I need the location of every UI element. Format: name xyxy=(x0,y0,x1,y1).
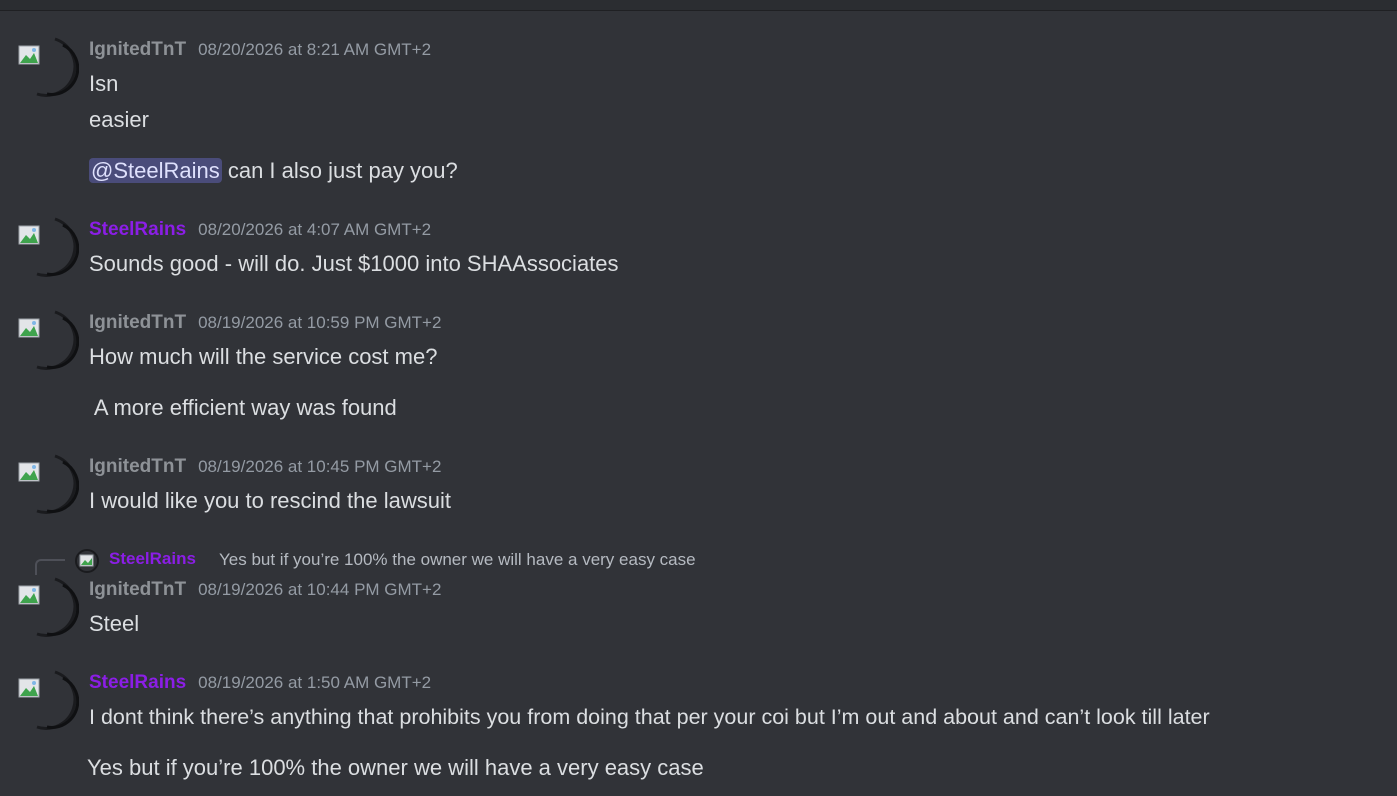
author-name[interactable]: IgnitedTnT xyxy=(89,579,186,601)
broken-image-avatar-icon[interactable] xyxy=(17,309,79,371)
message-text: I would like you to rescind the lawsuit xyxy=(89,488,451,513)
broken-image-avatar-icon[interactable] xyxy=(17,453,79,515)
message-timestamp: 08/20/2026 at 8:21 AM GMT+2 xyxy=(198,40,432,59)
broken-image-avatar-icon[interactable] xyxy=(17,669,79,731)
message-header: IgnitedTnT 08/20/2026 at 8:21 AM GMT+2 xyxy=(89,39,431,61)
message-timestamp: 08/19/2026 at 10:45 PM GMT+2 xyxy=(198,457,442,476)
chat-message-list[interactable]: IgnitedTnT 08/20/2026 at 8:21 AM GMT+2 I… xyxy=(0,0,1397,796)
reply-avatar-icon[interactable] xyxy=(75,549,99,573)
message-text: easier xyxy=(89,107,149,132)
user-mention[interactable]: @SteelRains xyxy=(89,158,222,183)
broken-image-avatar-icon[interactable] xyxy=(17,36,79,98)
message-text: How much will the service cost me? xyxy=(89,344,438,369)
message-header: SteelRains 08/20/2026 at 4:07 AM GMT+2 xyxy=(89,219,431,241)
author-name[interactable]: IgnitedTnT xyxy=(89,312,186,334)
message-text: I dont think there’s anything that prohi… xyxy=(89,705,1210,729)
message-timestamp: 08/19/2026 at 10:44 PM GMT+2 xyxy=(198,580,442,599)
message-text: Isn xyxy=(89,71,119,96)
message-header: SteelRains 08/19/2026 at 1:50 AM GMT+2 xyxy=(89,672,431,694)
message-text: A more efficient way was found xyxy=(89,395,397,420)
message-timestamp: 08/19/2026 at 1:50 AM GMT+2 xyxy=(198,673,432,692)
message-timestamp: 08/20/2026 at 4:07 AM GMT+2 xyxy=(198,220,432,239)
author-name[interactable]: IgnitedTnT xyxy=(89,456,186,478)
message-header: IgnitedTnT 08/19/2026 at 10:59 PM GMT+2 xyxy=(89,312,441,334)
message-text: Sounds good - will do. Just $1000 into S… xyxy=(89,251,619,276)
reply-preview-text[interactable]: Yes but if you’re 100% the owner we will… xyxy=(219,550,696,570)
author-name[interactable]: IgnitedTnT xyxy=(89,39,186,61)
message-header: IgnitedTnT 08/19/2026 at 10:44 PM GMT+2 xyxy=(89,579,441,601)
message-text: Steel xyxy=(89,611,140,636)
author-name[interactable]: SteelRains xyxy=(89,219,186,241)
author-name[interactable]: SteelRains xyxy=(89,672,186,694)
message-timestamp: 08/19/2026 at 10:59 PM GMT+2 xyxy=(198,313,442,332)
broken-image-avatar-icon[interactable] xyxy=(17,576,79,638)
message-text: @SteelRains can I also just pay you? xyxy=(89,157,458,185)
message-text-rest: can I also just pay you? xyxy=(221,158,458,183)
reply-connector-icon xyxy=(35,559,65,575)
broken-image-avatar-icon[interactable] xyxy=(17,216,79,278)
top-divider xyxy=(0,0,1397,11)
reply-author-name[interactable]: SteelRains xyxy=(109,549,196,569)
message-header: IgnitedTnT 08/19/2026 at 10:45 PM GMT+2 xyxy=(89,456,441,478)
message-text: Yes but if you’re 100% the owner we will… xyxy=(87,755,704,780)
